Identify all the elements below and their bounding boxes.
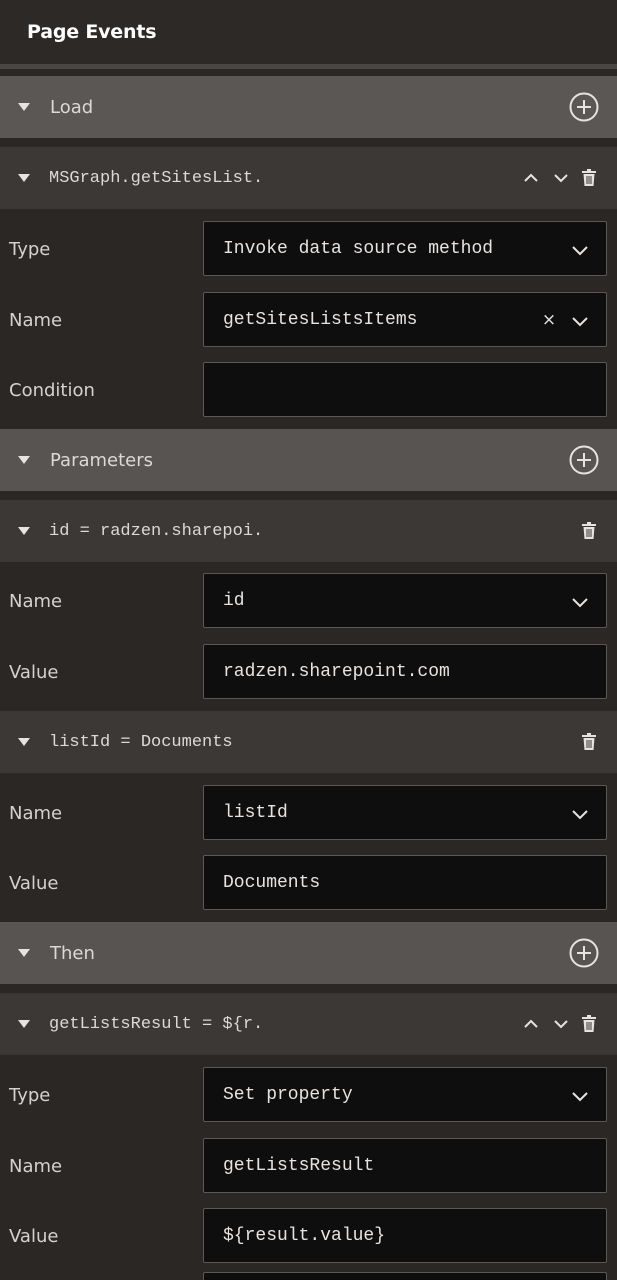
add-icon[interactable]: [569, 445, 599, 475]
name-input[interactable]: getListsResult: [203, 1138, 607, 1193]
type-select[interactable]: Invoke data source method: [203, 221, 607, 276]
chevron-down-icon[interactable]: [570, 311, 590, 331]
field-param-name: Name listId: [0, 778, 617, 848]
field-param-name: Name id: [0, 566, 617, 636]
name-select[interactable]: getSitesListsItems ×: [203, 292, 607, 347]
field-label: Value: [9, 872, 59, 894]
select-value: Invoke data source method: [223, 238, 494, 259]
group-label: Parameters: [50, 449, 154, 471]
field-label: Condition: [9, 379, 95, 401]
header-divider: [0, 64, 617, 69]
parameter-label: id = radzen.sharepoi.: [49, 521, 264, 541]
panel-header: Page Events: [0, 0, 617, 64]
action-header[interactable]: MSGraph.getSitesList.: [0, 147, 617, 209]
field-label: Name: [9, 309, 63, 331]
group-load[interactable]: Load: [0, 76, 617, 138]
trash-icon[interactable]: [581, 169, 597, 187]
select-value: listId: [223, 802, 288, 823]
add-icon[interactable]: [569, 938, 599, 968]
expand-triangle-icon[interactable]: [18, 1020, 30, 1028]
select-value: id: [223, 590, 245, 611]
field-name: Name getListsResult: [0, 1131, 617, 1201]
select-value: Set property: [223, 1084, 353, 1105]
field-label: Name: [9, 590, 63, 612]
group-label: Then: [50, 942, 95, 964]
field-label: Name: [9, 1155, 63, 1177]
field-param-value: Value radzen.sharepoint.com: [0, 637, 617, 707]
chevron-down-icon[interactable]: [551, 1014, 571, 1034]
expand-triangle-icon[interactable]: [18, 103, 30, 111]
field-label: Value: [9, 661, 59, 683]
field-label: Type: [9, 1084, 51, 1106]
expand-triangle-icon[interactable]: [18, 949, 30, 957]
clear-icon[interactable]: ×: [542, 309, 556, 331]
field-label: Value: [9, 1225, 59, 1247]
param-name-select[interactable]: listId: [203, 785, 607, 840]
trash-icon[interactable]: [581, 733, 597, 751]
field-type: Type Invoke data source method: [0, 214, 617, 284]
add-icon[interactable]: [569, 92, 599, 122]
field-condition: Condition: [0, 355, 617, 425]
type-select[interactable]: Set property: [203, 1067, 607, 1122]
next-input[interactable]: [203, 1272, 607, 1280]
field-value: Value ${result.value}: [0, 1201, 617, 1271]
field-label: Name: [9, 802, 63, 824]
input-value: Documents: [223, 872, 321, 893]
select-value: getSitesListsItems: [223, 309, 418, 330]
field-param-value: Value Documents: [0, 848, 617, 918]
chevron-up-icon[interactable]: [521, 168, 541, 188]
action-label: getListsResult = ${r.: [49, 1014, 264, 1034]
action-header[interactable]: getListsResult = ${r.: [0, 993, 617, 1055]
input-value: getListsResult: [223, 1155, 375, 1176]
param-value-input[interactable]: radzen.sharepoint.com: [203, 644, 607, 699]
parameter-header[interactable]: listId = Documents: [0, 711, 617, 773]
chevron-up-icon[interactable]: [521, 1014, 541, 1034]
group-label: Load: [50, 96, 94, 118]
chevron-down-icon[interactable]: [570, 240, 590, 260]
expand-triangle-icon[interactable]: [18, 456, 30, 464]
input-value: radzen.sharepoint.com: [223, 661, 450, 682]
trash-icon[interactable]: [581, 1015, 597, 1033]
chevron-down-icon[interactable]: [570, 592, 590, 612]
param-value-input[interactable]: Documents: [203, 855, 607, 910]
field-name: Name getSitesListsItems ×: [0, 285, 617, 355]
group-then[interactable]: Then: [0, 922, 617, 984]
chevron-down-icon[interactable]: [570, 804, 590, 824]
field-label: Type: [9, 238, 51, 260]
parameter-header[interactable]: id = radzen.sharepoi.: [0, 500, 617, 562]
expand-triangle-icon[interactable]: [18, 527, 30, 535]
panel-title: Page Events: [27, 21, 157, 43]
group-parameters[interactable]: Parameters: [0, 429, 617, 491]
expand-triangle-icon[interactable]: [18, 174, 30, 182]
param-name-select[interactable]: id: [203, 573, 607, 628]
value-input[interactable]: ${result.value}: [203, 1208, 607, 1263]
chevron-down-icon[interactable]: [570, 1086, 590, 1106]
input-value: ${result.value}: [223, 1225, 386, 1246]
condition-input[interactable]: [203, 362, 607, 417]
chevron-down-icon[interactable]: [551, 168, 571, 188]
parameter-label: listId = Documents: [49, 732, 233, 752]
field-type: Type Set property: [0, 1060, 617, 1130]
action-label: MSGraph.getSitesList.: [49, 168, 264, 188]
expand-triangle-icon[interactable]: [18, 738, 30, 746]
trash-icon[interactable]: [581, 522, 597, 540]
